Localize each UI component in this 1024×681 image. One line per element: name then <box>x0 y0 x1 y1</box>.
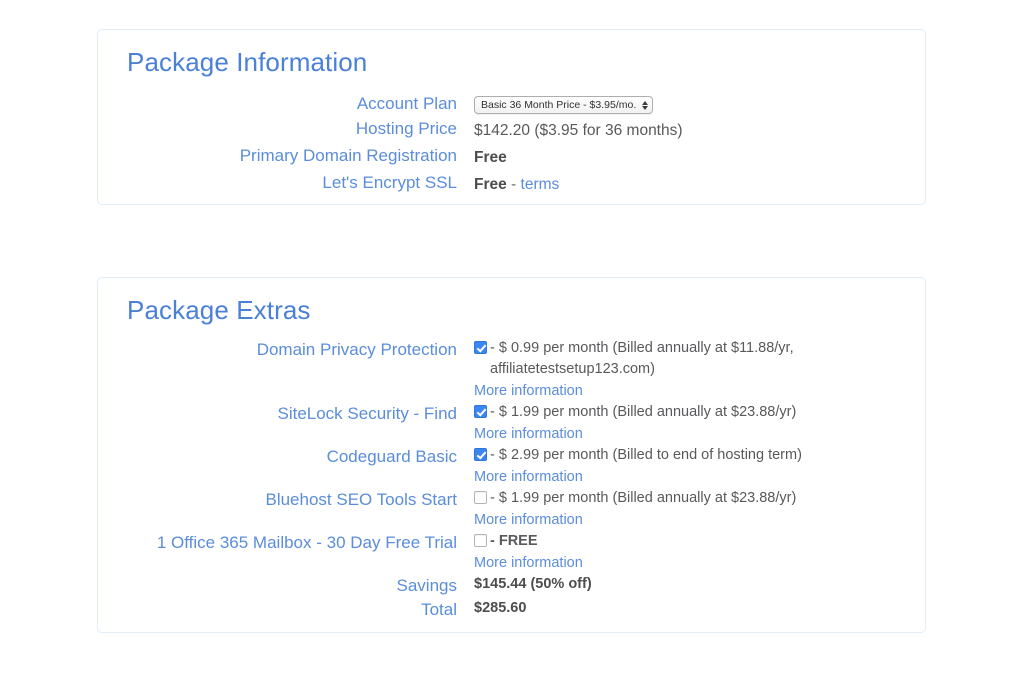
row-lets-encrypt-ssl: Let's Encrypt SSL Free - terms <box>98 170 925 197</box>
option-text-sitelock-security: - $ 1.99 per month (Billed annually at $… <box>487 402 796 423</box>
checkbox-codeguard-basic[interactable] <box>474 448 487 461</box>
option-text-office-365-mailbox: - FREE <box>487 531 538 552</box>
value-domain-privacy-protection: - $ 0.99 per month (Billed annually at $… <box>474 338 925 402</box>
value-bluehost-seo-tools: - $ 1.99 per month (Billed annually at $… <box>474 488 925 531</box>
row-hosting-price: Hosting Price $142.20 ($3.95 for 36 mont… <box>98 116 925 143</box>
package-information-title: Package Information <box>98 30 925 77</box>
more-information-link-bluehost-seo-tools[interactable]: More information <box>474 509 925 531</box>
value-hosting-price: $142.20 ($3.95 for 36 months) <box>474 116 925 143</box>
package-extras-rows: Domain Privacy Protection - $ 0.99 per m… <box>98 338 925 622</box>
more-information-link-codeguard-basic[interactable]: More information <box>474 466 925 488</box>
value-sitelock-security: - $ 1.99 per month (Billed annually at $… <box>474 402 925 445</box>
label-savings: Savings <box>98 574 474 598</box>
value-savings: $145.44 (50% off) <box>474 576 592 592</box>
value-codeguard-basic: - $ 2.99 per month (Billed to end of hos… <box>474 445 925 488</box>
option-text-codeguard-basic: - $ 2.99 per month (Billed to end of hos… <box>487 445 802 466</box>
checkbox-domain-privacy-protection[interactable] <box>474 341 487 354</box>
package-extras-card: Package Extras Domain Privacy Protection… <box>97 277 926 633</box>
label-hosting-price: Hosting Price <box>98 116 474 141</box>
value-primary-domain-registration: Free <box>474 143 925 170</box>
option-text-domain-privacy-protection: - $ 0.99 per month (Billed annually at $… <box>487 338 847 380</box>
lets-encrypt-terms-link[interactable]: terms <box>521 176 560 193</box>
row-bluehost-seo-tools: Bluehost SEO Tools Start - $ 1.99 per mo… <box>98 488 925 531</box>
package-information-rows: Account Plan Basic 36 Month Price - $3.9… <box>98 91 925 197</box>
row-savings: Savings $145.44 (50% off) <box>98 574 925 598</box>
value-total: $285.60 <box>474 600 526 616</box>
checkbox-office-365-mailbox[interactable] <box>474 534 487 547</box>
label-bluehost-seo-tools: Bluehost SEO Tools Start <box>98 488 474 512</box>
label-domain-privacy-protection: Domain Privacy Protection <box>98 338 474 362</box>
row-domain-privacy-protection: Domain Privacy Protection - $ 0.99 per m… <box>98 338 925 402</box>
row-account-plan: Account Plan Basic 36 Month Price - $3.9… <box>98 91 925 116</box>
more-information-link-sitelock-security[interactable]: More information <box>474 423 925 445</box>
option-text-bluehost-seo-tools: - $ 1.99 per month (Billed annually at $… <box>487 488 796 509</box>
value-office-365-mailbox: - FREE More information <box>474 531 925 574</box>
more-information-link-office-365-mailbox[interactable]: More information <box>474 552 925 574</box>
option-office-365-mailbox: - FREE <box>474 531 925 552</box>
chevron-updown-icon <box>642 101 648 110</box>
value-account-plan: Basic 36 Month Price - $3.95/mo. <box>474 91 925 116</box>
row-codeguard-basic: Codeguard Basic - $ 2.99 per month (Bill… <box>98 445 925 488</box>
lets-encrypt-ssl-price: Free <box>474 176 507 193</box>
value-savings-wrap: $145.44 (50% off) <box>474 574 925 595</box>
row-primary-domain-registration: Primary Domain Registration Free <box>98 143 925 170</box>
lets-encrypt-separator: - <box>507 176 521 193</box>
more-information-link-domain-privacy-protection[interactable]: More information <box>474 380 925 402</box>
label-account-plan: Account Plan <box>98 91 474 116</box>
option-codeguard-basic: - $ 2.99 per month (Billed to end of hos… <box>474 445 925 466</box>
row-total: Total $285.60 <box>98 598 925 622</box>
value-lets-encrypt-ssl: Free - terms <box>474 170 925 197</box>
account-plan-select[interactable]: Basic 36 Month Price - $3.95/mo. <box>474 96 653 114</box>
label-primary-domain-registration: Primary Domain Registration <box>98 143 474 168</box>
checkbox-bluehost-seo-tools[interactable] <box>474 491 487 504</box>
package-information-card: Package Information Account Plan Basic 3… <box>97 29 926 205</box>
label-lets-encrypt-ssl: Let's Encrypt SSL <box>98 170 474 195</box>
account-plan-selected-value: Basic 36 Month Price - $3.95/mo. <box>481 97 636 113</box>
option-bluehost-seo-tools: - $ 1.99 per month (Billed annually at $… <box>474 488 925 509</box>
primary-domain-registration-price: Free <box>474 149 507 166</box>
row-sitelock-security: SiteLock Security - Find - $ 1.99 per mo… <box>98 402 925 445</box>
label-office-365-mailbox: 1 Office 365 Mailbox - 30 Day Free Trial <box>98 531 474 555</box>
value-total-wrap: $285.60 <box>474 598 925 619</box>
page-root: Package Information Account Plan Basic 3… <box>0 0 1024 681</box>
label-codeguard-basic: Codeguard Basic <box>98 445 474 469</box>
option-sitelock-security: - $ 1.99 per month (Billed annually at $… <box>474 402 925 423</box>
row-office-365-mailbox: 1 Office 365 Mailbox - 30 Day Free Trial… <box>98 531 925 574</box>
label-total: Total <box>98 598 474 622</box>
option-domain-privacy-protection: - $ 0.99 per month (Billed annually at $… <box>474 338 925 380</box>
label-sitelock-security: SiteLock Security - Find <box>98 402 474 426</box>
checkbox-sitelock-security[interactable] <box>474 405 487 418</box>
package-extras-title: Package Extras <box>98 278 925 325</box>
